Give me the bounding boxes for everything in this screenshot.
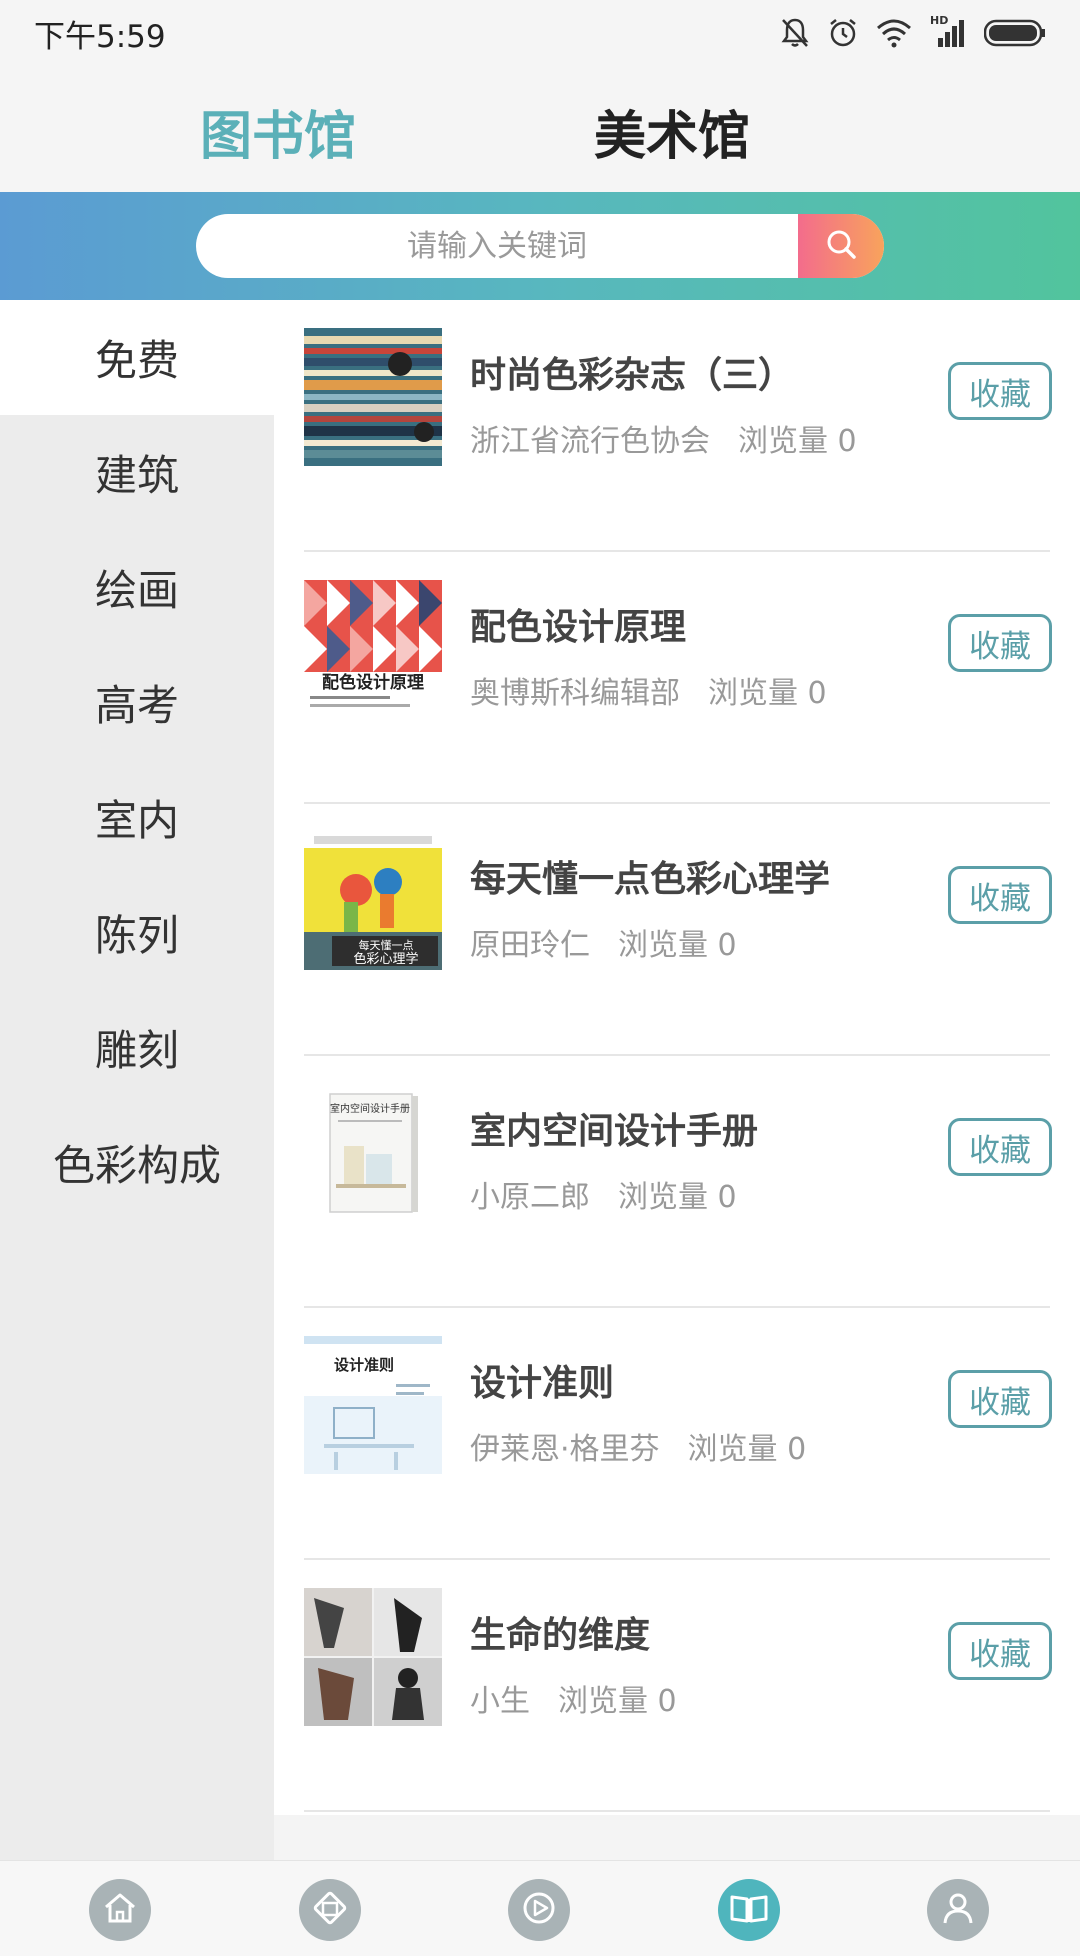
bottom-nav — [0, 1860, 1080, 1956]
sidebar-item-painting[interactable]: 绘画 — [0, 530, 274, 645]
alarm-icon — [828, 17, 858, 49]
wifi-icon — [876, 18, 912, 48]
book-author: 奥博斯科编辑部 — [470, 676, 680, 711]
status-icons: HD — [780, 14, 1046, 49]
book-cover[interactable]: 配色设计原理 — [304, 580, 442, 718]
hd-signal-icon: HD — [930, 14, 966, 48]
list-item[interactable]: 配色设计原理 配色设计原理 奥博斯科编辑部 浏览量 0 收藏 — [274, 552, 1080, 804]
favorite-button[interactable]: 收藏 — [948, 866, 1052, 924]
book-author: 原田玲仁 — [470, 928, 590, 963]
book-views: 浏览量 0 — [618, 1180, 737, 1215]
sidebar-item-interior[interactable]: 室内 — [0, 760, 274, 875]
nav-gallery[interactable] — [299, 1879, 361, 1941]
book-title: 每天懂一点色彩心理学 — [470, 859, 831, 900]
status-bar: 下午5:59 HD — [0, 0, 1080, 66]
favorite-button[interactable]: 收藏 — [948, 1622, 1052, 1680]
book-title: 设计准则 — [470, 1363, 615, 1404]
sidebar-item-architecture[interactable]: 建筑 — [0, 415, 274, 530]
tab-library[interactable]: 图书馆 — [200, 94, 356, 169]
nav-profile[interactable] — [927, 1879, 989, 1941]
book-views: 浏览量 0 — [618, 928, 737, 963]
favorite-button[interactable]: 收藏 — [948, 1370, 1052, 1428]
list-item[interactable]: 室内空间设计手册 室内空间设计手册 小原二郎 浏览量 0 收藏 — [274, 1056, 1080, 1308]
nav-video[interactable] — [508, 1879, 570, 1941]
book-icon — [728, 1888, 770, 1932]
sidebar-item-display[interactable]: 陈列 — [0, 875, 274, 990]
home-icon — [100, 1888, 140, 1932]
book-author: 小生 — [470, 1684, 530, 1719]
book-views: 浏览量 0 — [708, 676, 827, 711]
book-cover[interactable] — [304, 1588, 442, 1726]
cover-title: 配色设计原理 — [322, 672, 424, 693]
book-meta: 小生 浏览量 0 — [470, 1676, 677, 1720]
book-title: 配色设计原理 — [470, 607, 687, 648]
cover-title: 设计准则 — [334, 1356, 394, 1374]
book-meta: 原田玲仁 浏览量 0 — [470, 920, 737, 964]
favorite-button[interactable]: 收藏 — [948, 1118, 1052, 1176]
gallery-icon — [310, 1888, 350, 1932]
book-cover[interactable] — [304, 328, 442, 466]
list-footer-area — [274, 1815, 1080, 1860]
battery-icon — [984, 19, 1046, 47]
profile-icon — [938, 1888, 978, 1932]
top-tabs: 图书馆 美术馆 — [0, 66, 1080, 192]
book-cover[interactable]: 室内空间设计手册 — [304, 1084, 442, 1222]
mute-icon — [780, 17, 810, 49]
list-item[interactable]: 生命的维度 小生 浏览量 0 收藏 — [274, 1560, 1080, 1812]
book-author: 浙江省流行色协会 — [470, 424, 710, 459]
play-icon — [519, 1888, 559, 1932]
hd-label: HD — [930, 14, 949, 27]
list-item[interactable]: 每天懂一点 色彩心理学 每天懂一点色彩心理学 原田玲仁 浏览量 0 收藏 — [274, 804, 1080, 1056]
svg-text:色彩心理学: 色彩心理学 — [353, 951, 418, 967]
sidebar-item-gaokao[interactable]: 高考 — [0, 645, 274, 760]
book-meta: 伊莱恩·格里芬 浏览量 0 — [470, 1424, 806, 1468]
book-cover[interactable]: 设计准则 — [304, 1336, 442, 1474]
sidebar-item-free[interactable]: 免费 — [0, 300, 274, 415]
book-meta: 小原二郎 浏览量 0 — [470, 1172, 737, 1216]
nav-home[interactable] — [89, 1879, 151, 1941]
cover-title: 室内空间设计手册 — [330, 1102, 410, 1115]
search-input[interactable] — [196, 214, 798, 278]
favorite-button[interactable]: 收藏 — [948, 362, 1052, 420]
cover-title: 每天懂一点 — [359, 938, 414, 952]
book-title: 时尚色彩杂志（三） — [470, 355, 795, 396]
sidebar-item-sculpture[interactable]: 雕刻 — [0, 990, 274, 1105]
book-views: 浏览量 0 — [738, 424, 857, 459]
search-band — [0, 192, 1080, 300]
list-item[interactable]: 时尚色彩杂志（三） 浙江省流行色协会 浏览量 0 收藏 — [274, 300, 1080, 552]
book-title: 生命的维度 — [470, 1615, 651, 1656]
nav-library[interactable] — [718, 1879, 780, 1941]
book-meta: 奥博斯科编辑部 浏览量 0 — [470, 668, 827, 712]
status-time: 下午5:59 — [34, 18, 166, 55]
book-author: 小原二郎 — [470, 1180, 590, 1215]
book-meta: 浙江省流行色协会 浏览量 0 — [470, 416, 857, 460]
sidebar-item-color-composition[interactable]: 色彩构成 — [0, 1105, 274, 1220]
list-item[interactable]: 设计准则 设计准则 伊莱恩·格里芬 浏览量 0 收藏 — [274, 1308, 1080, 1560]
book-author: 伊莱恩·格里芬 — [470, 1432, 660, 1467]
book-views: 浏览量 0 — [558, 1684, 677, 1719]
book-title: 室内空间设计手册 — [470, 1111, 759, 1152]
tab-museum[interactable]: 美术馆 — [594, 94, 750, 169]
category-sidebar: 免费 建筑 绘画 高考 室内 陈列 雕刻 色彩构成 — [0, 300, 274, 1860]
favorite-button[interactable]: 收藏 — [948, 614, 1052, 672]
search-button[interactable] — [798, 214, 884, 278]
divider — [304, 1810, 1050, 1812]
search-icon — [823, 226, 859, 266]
book-views: 浏览量 0 — [687, 1432, 807, 1467]
search-box — [196, 214, 884, 278]
book-cover[interactable]: 每天懂一点 色彩心理学 — [304, 832, 442, 970]
